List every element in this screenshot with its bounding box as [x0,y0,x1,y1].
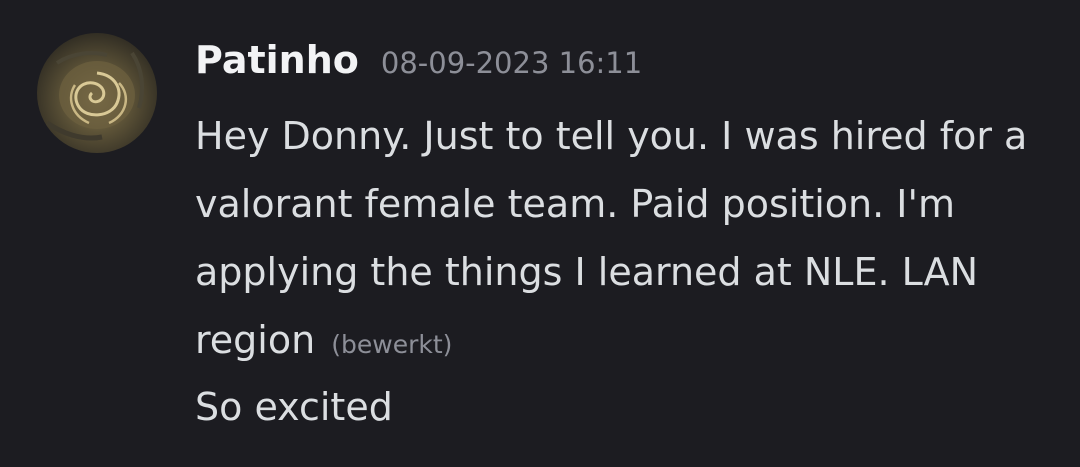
followup-message: So excited [195,377,393,437]
message-text: Hey Donny. Just to tell you. I was hired… [195,114,1028,362]
message-body: Hey Donny. Just to tell you. I was hired… [195,102,1055,379]
rose-tattoo-icon [37,33,157,153]
chat-view: Patinho 08-09-2023 16:11 Hey Donny. Just … [0,0,1080,467]
user-avatar[interactable] [37,33,157,153]
timestamp: 08-09-2023 16:11 [380,46,643,80]
followup-message-text: So excited [195,385,393,429]
message-header: Patinho 08-09-2023 16:11 [195,38,642,82]
edited-label: (bewerkt) [331,330,453,359]
username[interactable]: Patinho [195,38,359,82]
